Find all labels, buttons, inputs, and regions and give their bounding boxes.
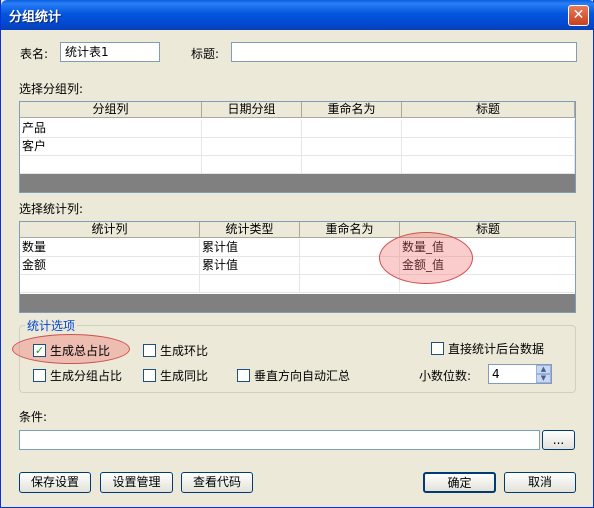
title-bar: 分组统计 ✕ [1, 0, 594, 30]
direct-backend-checkbox[interactable]: 直接统计后台数据 [431, 340, 544, 357]
cell[interactable] [202, 120, 302, 137]
condition-input[interactable] [19, 430, 540, 450]
title-label: 标题: [191, 47, 220, 61]
group-grid-header: 分组列 日期分组 重命名为 标题 [20, 102, 575, 118]
stat-grid[interactable]: 统计列 统计类型 重命名为 标题 数量 累计值 数量_值 金额 累计值 金额_值 [19, 221, 576, 313]
group-col-header[interactable]: 重命名为 [302, 102, 402, 117]
cell[interactable]: 客户 [20, 138, 202, 155]
cell[interactable] [302, 120, 402, 137]
options-legend: 统计选项 [25, 317, 78, 334]
manage-settings-button[interactable]: 设置管理 [100, 472, 173, 493]
decimal-value: 4 [492, 367, 500, 381]
group-grid[interactable]: 分组列 日期分组 重命名为 标题 产品 客户 [19, 101, 576, 193]
group-col-header[interactable]: 日期分组 [202, 102, 302, 117]
cell[interactable] [202, 138, 302, 155]
table-row[interactable]: 客户 [20, 138, 575, 156]
table-row[interactable] [20, 275, 575, 293]
vertical-auto-sum-checkbox[interactable]: 垂直方向自动汇总 [237, 367, 350, 384]
view-code-button[interactable]: 查看代码 [181, 472, 253, 493]
check-icon: ✓ [33, 344, 46, 357]
stat-grid-header: 统计列 统计类型 重命名为 标题 [20, 222, 575, 238]
table-row[interactable]: 金额 累计值 金额_值 [20, 257, 575, 275]
table-name-input[interactable]: 统计表1 [60, 42, 160, 62]
cell[interactable] [402, 138, 575, 155]
spin-up-icon[interactable]: ▲ [536, 365, 551, 374]
decimal-stepper[interactable]: 4 ▲ ▼ [488, 364, 552, 384]
cell[interactable]: 金额 [20, 257, 200, 274]
group-col-header[interactable]: 分组列 [20, 102, 202, 117]
stat-section-label: 选择统计列: [19, 202, 84, 216]
grid-empty-area [20, 174, 575, 192]
cancel-button[interactable]: 取消 [504, 472, 576, 493]
cell[interactable]: 产品 [20, 120, 202, 137]
table-row[interactable] [20, 156, 575, 174]
title-input[interactable] [231, 42, 577, 62]
window-title: 分组统计 [9, 10, 62, 25]
stat-col-header[interactable]: 统计列 [20, 222, 200, 237]
cell[interactable] [402, 120, 575, 137]
cell[interactable] [302, 138, 402, 155]
grid-empty-area [20, 294, 575, 312]
spin-down-icon[interactable]: ▼ [536, 374, 551, 383]
decimal-label: 小数位数: [419, 369, 472, 383]
table-name-label: 表名: [20, 47, 49, 61]
stat-col-header[interactable]: 重命名为 [300, 222, 400, 237]
condition-browse-button[interactable]: ... [542, 430, 575, 450]
save-settings-button[interactable]: 保存设置 [19, 472, 91, 493]
cell[interactable]: 累计值 [200, 257, 300, 274]
gen-group-ratio-checkbox[interactable]: 生成分组占比 [33, 367, 122, 384]
highlight-ellipse-titles [379, 232, 473, 284]
condition-label: 条件: [19, 410, 48, 424]
close-button[interactable]: ✕ [568, 5, 589, 26]
group-section-label: 选择分组列: [19, 82, 84, 96]
cell[interactable]: 累计值 [200, 239, 300, 256]
gen-yoy-checkbox[interactable]: 生成同比 [143, 367, 208, 384]
dialog-window: 分组统计 ✕ 表名: 统计表1 标题: 选择分组列: 分组列 日期分组 重命名为… [0, 0, 594, 508]
gen-total-ratio-checkbox[interactable]: ✓ 生成总占比 [33, 342, 110, 359]
ok-button[interactable]: 确定 [423, 472, 496, 493]
gen-ring-ratio-checkbox[interactable]: 生成环比 [143, 342, 208, 359]
table-row[interactable]: 产品 [20, 120, 575, 138]
stat-col-header[interactable]: 统计类型 [200, 222, 300, 237]
cell[interactable]: 数量 [20, 239, 200, 256]
table-row[interactable]: 数量 累计值 数量_值 [20, 239, 575, 257]
group-col-header[interactable]: 标题 [402, 102, 575, 117]
